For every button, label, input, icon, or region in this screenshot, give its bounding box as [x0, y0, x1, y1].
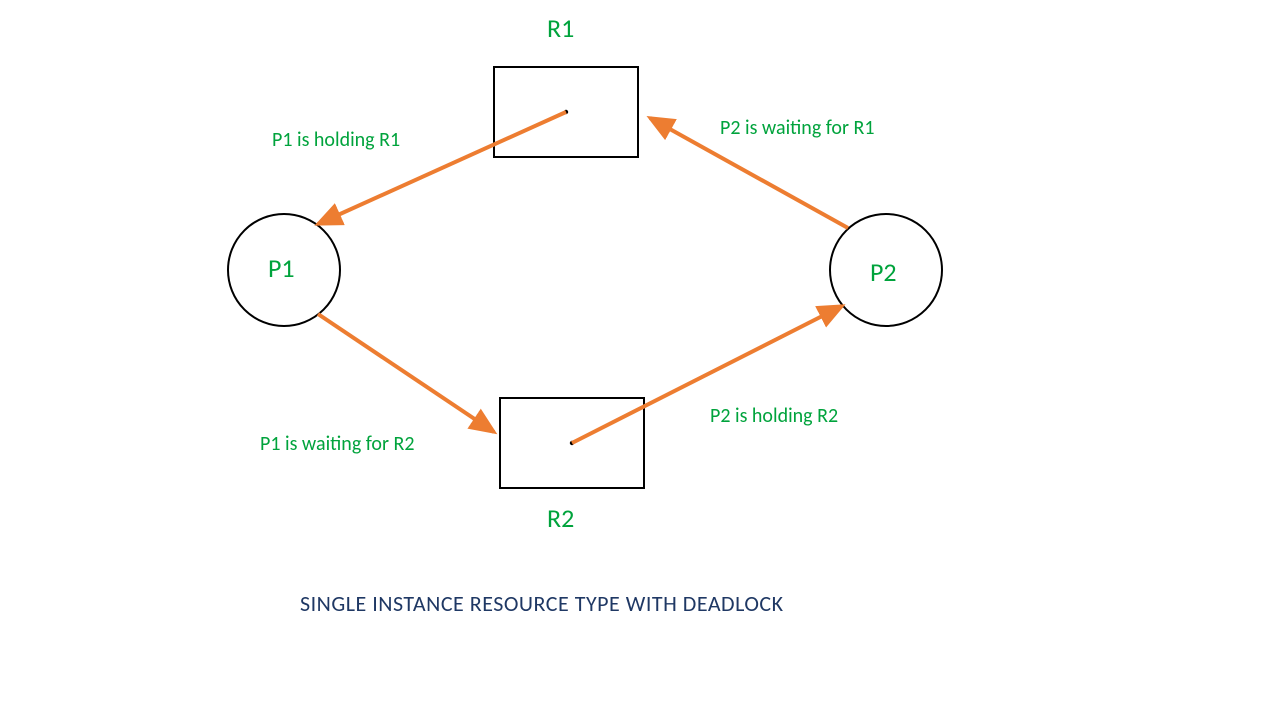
resource-r1-label: R1	[547, 12, 574, 44]
resource-r2-label: R2	[547, 502, 574, 534]
diagram-title: SINGLE INSTANCE RESOURCE TYPE WITH DEADL…	[300, 590, 784, 617]
edge-label-r2-p2: P2 is holding R2	[710, 404, 838, 428]
edge-label-p1-r2: P1 is waiting for R2	[260, 432, 414, 456]
process-p1-label: P1	[268, 252, 295, 284]
process-p2-label: P2	[870, 256, 897, 288]
edge-label-r1-p1: P1 is holding R1	[272, 128, 400, 152]
edge-p1-to-r2	[318, 314, 494, 432]
edge-label-p2-r1: P2 is waiting for R1	[720, 116, 874, 140]
